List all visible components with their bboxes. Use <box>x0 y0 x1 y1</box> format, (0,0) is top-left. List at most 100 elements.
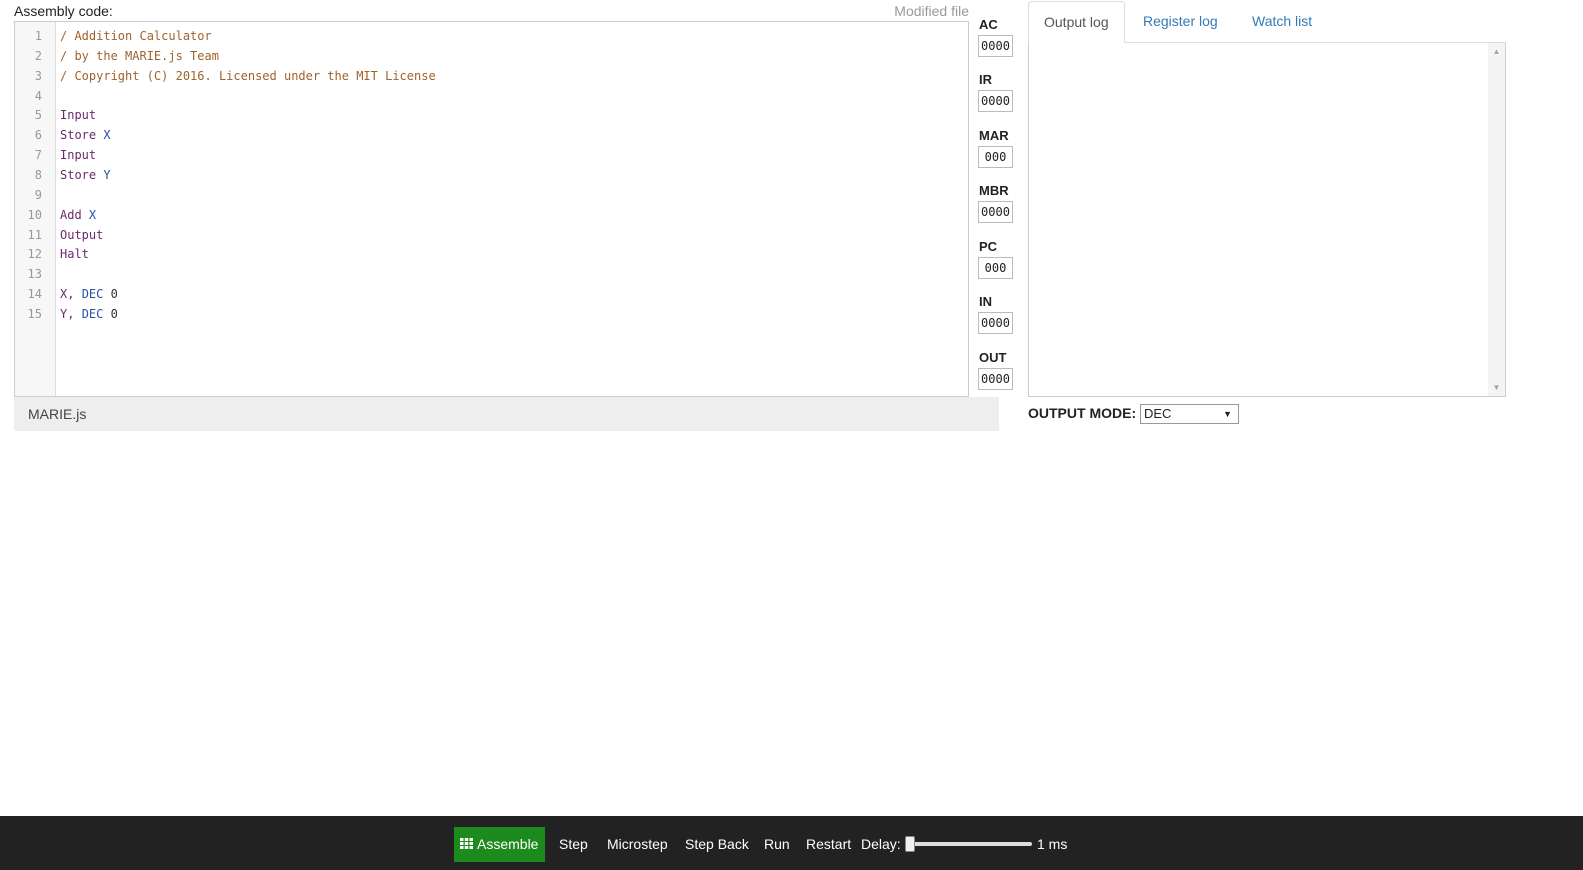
assembly-code-label: Assembly code: <box>14 3 113 19</box>
code-token: Y <box>103 167 111 182</box>
line-text: Input <box>60 105 96 125</box>
register-value[interactable]: 0000 <box>978 90 1013 112</box>
code-line: 8 Store Y <box>15 165 968 185</box>
log-tabs: Output log Register log Watch list <box>1028 0 1506 44</box>
line-number: 10 <box>27 207 42 222</box>
line-text: Y, DEC 0 <box>60 304 118 324</box>
code-line: 4 <box>15 86 968 106</box>
line-text: / Addition Calculator <box>60 26 212 46</box>
assemble-label: Assemble <box>477 836 539 852</box>
microstep-button[interactable]: Microstep <box>607 827 668 862</box>
delay-value: 1 ms <box>1037 836 1068 852</box>
code-token: Input <box>60 148 97 163</box>
code-token: 0 <box>103 306 118 321</box>
line-number: 6 <box>34 128 42 143</box>
delay-slider[interactable] <box>905 836 1032 852</box>
line-number: 14 <box>27 287 42 302</box>
restart-button[interactable]: Restart <box>806 827 851 862</box>
code-token: DEC <box>81 287 104 302</box>
output-mode-value: DEC <box>1144 406 1172 421</box>
line-text: / by the MARIE.js Team <box>60 46 219 66</box>
register-name: PC <box>979 239 998 254</box>
code-token: Halt <box>60 247 89 262</box>
line-text: Store Y <box>60 165 111 185</box>
line-number: 13 <box>27 267 42 282</box>
code-token: Store <box>60 128 104 143</box>
modified-file-label: Modified file <box>894 3 969 19</box>
output-log-scrollbar[interactable]: ▲ ▼ <box>1488 43 1505 396</box>
register-name: MBR <box>979 183 1009 198</box>
output-mode-select[interactable]: DEC ▼ <box>1140 404 1239 424</box>
tab-watch-list[interactable]: Watch list <box>1237 1 1327 43</box>
code-token: DEC <box>81 306 104 321</box>
code-token: Y, <box>60 306 82 321</box>
line-text: / Copyright (C) 2016. Licensed under the… <box>60 66 436 86</box>
register-name: IN <box>979 294 992 309</box>
line-text: X, DEC 0 <box>60 284 118 304</box>
step-button[interactable]: Step <box>559 827 588 862</box>
line-text: Store X <box>60 125 111 145</box>
code-line: 13 <box>15 264 968 284</box>
register-value[interactable]: 0000 <box>978 312 1013 334</box>
run-button[interactable]: Run <box>764 827 790 862</box>
code-token: / by the MARIE.js Team <box>60 48 219 63</box>
code-line: 5 Input <box>15 105 968 125</box>
code-token: / Addition Calculator <box>60 29 212 43</box>
register-value[interactable]: 0000 <box>978 35 1013 57</box>
line-number: 5 <box>34 108 42 123</box>
code-line: 1 / Addition Calculator <box>15 26 968 46</box>
code-line: 6 Store X <box>15 125 968 145</box>
code-line: 14 X, DEC 0 <box>15 284 968 304</box>
scroll-up-arrow-icon[interactable]: ▲ <box>1488 43 1505 60</box>
output-log-area[interactable]: ▲ ▼ <box>1028 43 1506 397</box>
register-value[interactable]: 000 <box>978 257 1013 279</box>
register-name: IR <box>979 72 992 87</box>
delay-slider-track <box>905 842 1032 846</box>
tab-register-log[interactable]: Register log <box>1128 1 1233 43</box>
line-number: 3 <box>34 68 42 83</box>
step-back-button[interactable]: Step Back <box>685 827 749 862</box>
register-name: AC <box>979 17 998 32</box>
bottom-toolbar: Assemble Step Microstep Step Back Run Re… <box>0 816 1583 870</box>
status-bar-text: MARIE.js <box>28 406 87 422</box>
code-token: Input <box>60 108 97 123</box>
code-token: Output <box>60 227 104 242</box>
scroll-down-arrow-icon[interactable]: ▼ <box>1488 379 1505 396</box>
line-number: 7 <box>34 148 42 163</box>
code-token: Add <box>60 207 89 222</box>
code-token: X <box>103 128 111 143</box>
code-line: 12 Halt <box>15 244 968 264</box>
code-line: 11 Output <box>15 225 968 245</box>
line-text: Add X <box>60 205 96 225</box>
register-value[interactable]: 0000 <box>978 201 1013 223</box>
line-number: 4 <box>34 88 42 103</box>
code-editor[interactable]: 1 / Addition Calculator 2 / by the MARIE.js… <box>14 21 969 397</box>
code-line: 9 <box>15 185 968 205</box>
status-bar: MARIE.js <box>14 397 999 431</box>
line-number: 9 <box>34 187 42 202</box>
delay-label: Delay: <box>861 836 901 852</box>
output-mode-label: OUTPUT MODE: <box>1028 405 1137 421</box>
code-line: 10 Add X <box>15 205 968 225</box>
line-text: Halt <box>60 244 89 264</box>
line-number: 1 <box>34 29 42 43</box>
line-text: Input <box>60 145 96 165</box>
grid-icon <box>460 838 473 850</box>
line-number: 15 <box>27 306 42 321</box>
line-number: 11 <box>27 227 42 242</box>
line-number: 2 <box>34 48 42 63</box>
assemble-button[interactable]: Assemble <box>454 827 545 862</box>
register-value[interactable]: 0000 <box>978 368 1013 390</box>
line-number: 8 <box>34 167 42 182</box>
register-name: OUT <box>979 350 1007 365</box>
code-token: X <box>88 207 97 222</box>
code-line: 15 Y, DEC 0 <box>15 304 968 324</box>
code-token: 0 <box>103 287 118 302</box>
code-line: 3 / Copyright (C) 2016. Licensed under th… <box>15 66 968 86</box>
register-value[interactable]: 000 <box>978 146 1013 168</box>
register-name: MAR <box>979 128 1009 143</box>
code-line: 7 Input <box>15 145 968 165</box>
delay-slider-thumb[interactable] <box>905 836 915 852</box>
tab-output-log[interactable]: Output log <box>1028 1 1125 44</box>
code-token: / Copyright (C) 2016. Licensed under the… <box>60 68 436 83</box>
